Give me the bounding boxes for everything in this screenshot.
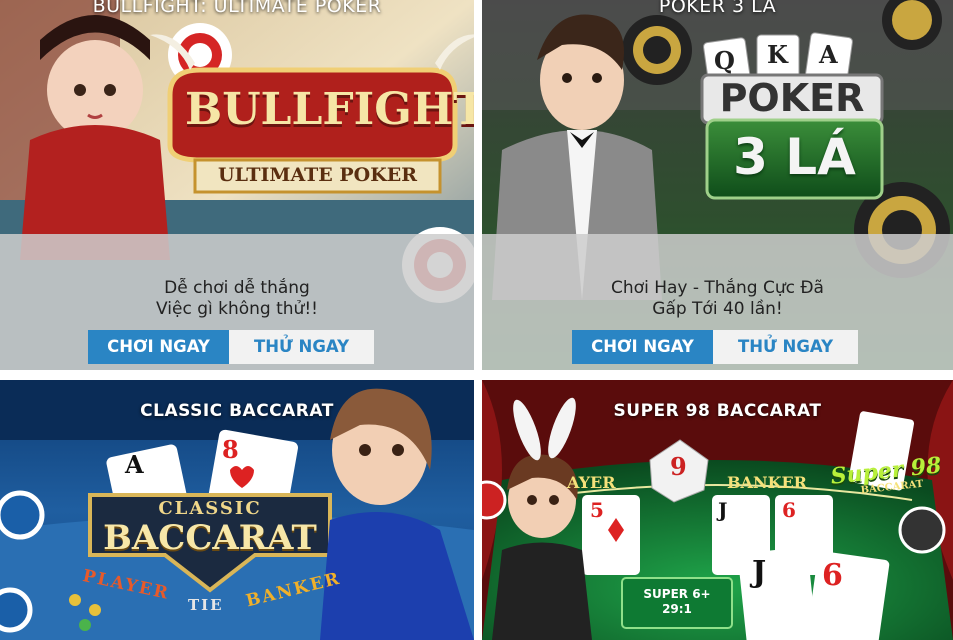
game-card-super-98-baccarat[interactable]: AYER BANKER 9 5 J 6 J 6 SUPER 6+ 29:1 Su… xyxy=(482,380,953,640)
game-title: BULLFIGHT: ULTIMATE POKER xyxy=(92,0,382,17)
play-now-button[interactable]: CHƠI NGAY xyxy=(88,330,229,364)
play-now-button[interactable]: CHƠI NGAY xyxy=(572,330,713,364)
game-title: SUPER 98 BACCARAT xyxy=(613,401,822,421)
action-buttons: CHƠI NGAY THỬ NGAY xyxy=(482,330,953,364)
try-now-button[interactable]: THỬ NGAY xyxy=(229,330,374,364)
card-j: J xyxy=(718,498,728,522)
description-line: Dễ chơi dễ thắng xyxy=(164,278,310,298)
card-q: Q xyxy=(714,46,735,75)
card-a: A xyxy=(125,450,144,479)
description-line: Việc gì không thử!! xyxy=(156,299,318,319)
table-player-label: AYER xyxy=(567,473,616,492)
card-k: K xyxy=(767,40,788,69)
game-title: POKER 3 LÁ xyxy=(658,0,777,17)
card-a: A xyxy=(819,40,838,69)
game-card-bullfight[interactable]: BULLFIGHT ULTIMATE POKER BULLFIGHT: ULTI… xyxy=(0,0,474,370)
description-line: Chơi Hay - Thắng Cực Đã xyxy=(611,278,824,298)
poker-logo-main: POKER xyxy=(719,76,865,120)
game-description: Dễ chơi dễ thắng Việc gì không thử!! xyxy=(0,278,474,320)
card-8: 8 xyxy=(222,435,239,464)
baccarat-logo-main: BACCARAT xyxy=(103,518,317,558)
game-info-overlay: Dễ chơi dễ thắng Việc gì không thử!! CHƠ… xyxy=(0,234,474,370)
table-banker-label: BANKER xyxy=(727,473,807,492)
bullfight-logo-main: BULLFIGHT xyxy=(185,84,474,135)
dice-value: 9 xyxy=(670,452,687,481)
card-j-front: J xyxy=(752,555,767,590)
poker-logo-sub: 3 LÁ xyxy=(733,128,856,186)
game-description: Chơi Hay - Thắng Cực Đã Gấp Tới 40 lần! xyxy=(482,278,953,320)
game-info-overlay: Chơi Hay - Thắng Cực Đã Gấp Tới 40 lần! … xyxy=(482,234,953,370)
card-5: 5 xyxy=(590,498,604,522)
card-6: 6 xyxy=(782,498,796,522)
game-card-poker-3-la[interactable]: Q K A POKER 3 LÁ POKER 3 LÁ Chơi Hay - T… xyxy=(482,0,953,370)
bet-box-line: 29:1 xyxy=(662,602,692,616)
game-card-classic-baccarat[interactable]: A 8 CLASSIC BACCARAT PLAYER TIE BANKER C… xyxy=(0,380,474,640)
table-tie-label: TIE xyxy=(188,596,224,614)
card-6-front: 6 xyxy=(822,558,843,593)
try-now-button[interactable]: THỬ NGAY xyxy=(713,330,858,364)
baccarat-logo-top: CLASSIC xyxy=(158,498,262,519)
bullfight-logo-sub: ULTIMATE POKER xyxy=(218,164,417,186)
action-buttons: CHƠI NGAY THỬ NGAY xyxy=(0,330,474,364)
bet-box-line: SUPER 6+ xyxy=(643,587,711,601)
game-title: CLASSIC BACCARAT xyxy=(140,401,334,421)
description-line: Gấp Tới 40 lần! xyxy=(652,299,783,319)
